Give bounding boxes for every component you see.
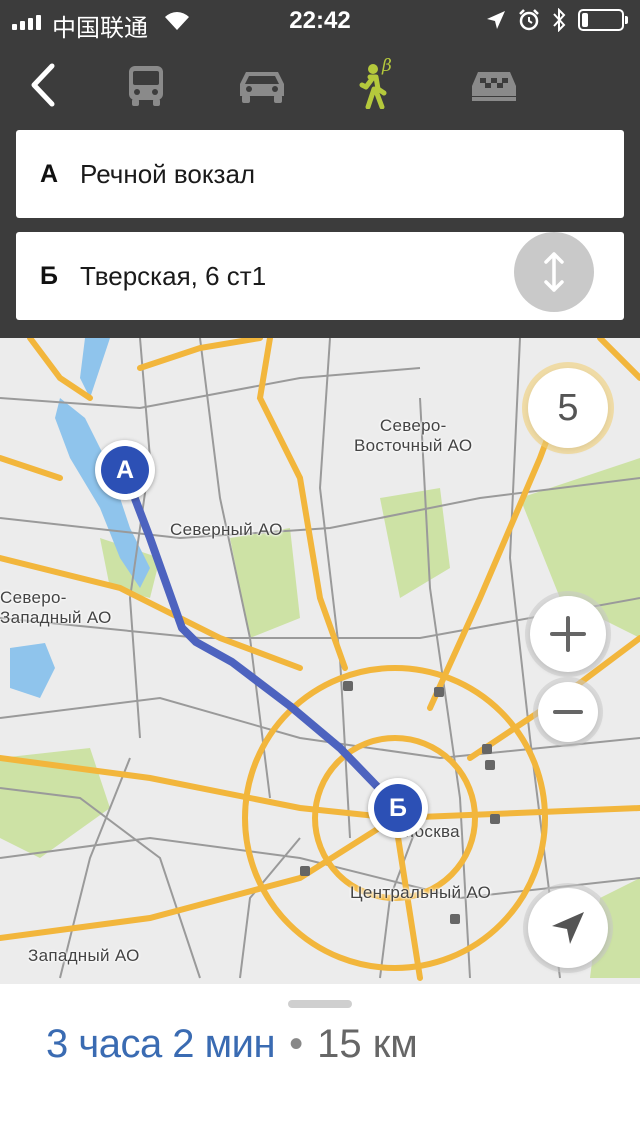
location-arrow-icon — [487, 11, 505, 29]
to-letter: Б — [40, 261, 58, 290]
label-west: Западный АО — [28, 946, 140, 965]
status-bar: 中国联通 22:42 — [0, 0, 640, 42]
label-north: Северный АО — [170, 520, 283, 539]
to-value: Тверская, 6 ст1 — [80, 260, 267, 291]
from-value: Речной вокзал — [80, 158, 256, 189]
alarm-icon — [519, 9, 539, 31]
from-letter: А — [39, 159, 59, 188]
locate-button[interactable] — [528, 888, 608, 968]
route-duration: 3 часа 2 мин — [46, 1022, 276, 1066]
minus-icon — [553, 710, 583, 714]
route-header: β А Речной вокзал Б Тверская, 6 ст1 — [0, 40, 640, 338]
label-north-east: Северо- Восточный АО — [354, 416, 473, 455]
swap-vertical-icon — [544, 252, 564, 292]
car-icon — [240, 72, 284, 103]
marker-start-letter: А — [101, 446, 149, 494]
mode-car-button[interactable] — [230, 62, 294, 110]
route-summary: 3 часа 2 мин • 15 км — [46, 1022, 418, 1067]
zoom-level-value: 5 — [557, 386, 579, 429]
battery-icon — [578, 9, 628, 31]
mode-taxi-button[interactable] — [462, 62, 526, 110]
plus-icon — [550, 616, 586, 652]
swap-button[interactable] — [514, 232, 594, 312]
zoom-out-button[interactable] — [538, 682, 598, 742]
map-view[interactable]: Северо- Восточный АО Северный АО Северо- З… — [0, 338, 640, 984]
bus-icon — [129, 66, 163, 106]
back-button[interactable] — [22, 60, 66, 110]
zoom-level-badge[interactable]: 5 — [528, 368, 608, 448]
separator-dot: • — [289, 1022, 304, 1066]
label-center: Центральный АО — [350, 883, 492, 902]
zoom-in-button[interactable] — [530, 596, 606, 672]
route-summary-sheet[interactable]: 3 часа 2 мин • 15 км — [0, 984, 640, 1136]
sheet-drag-handle[interactable] — [288, 1000, 352, 1008]
chevron-left-icon — [31, 63, 55, 107]
route-distance: 15 км — [317, 1022, 418, 1066]
mode-walk-button[interactable]: β — [340, 56, 404, 110]
mode-bus-button[interactable] — [114, 62, 178, 110]
bluetooth-icon — [553, 8, 566, 32]
marker-end[interactable]: Б — [368, 778, 428, 838]
marker-start[interactable]: А — [95, 440, 155, 500]
navigation-arrow-icon — [552, 912, 584, 944]
marker-end-letter: Б — [374, 784, 422, 832]
label-north-west: Северо- Западный АО — [0, 588, 112, 627]
taxi-icon — [472, 72, 516, 101]
from-field[interactable]: А Речной вокзал — [16, 130, 624, 218]
beta-badge: β — [382, 56, 392, 76]
